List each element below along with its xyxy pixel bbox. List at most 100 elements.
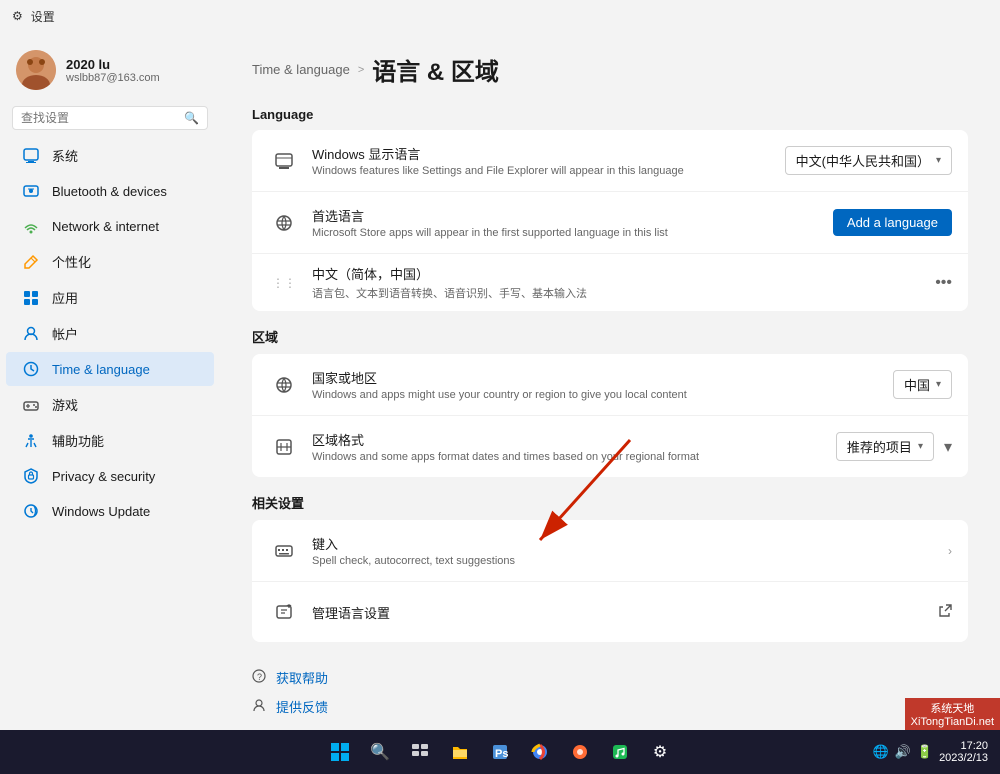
regional-format-content: 区域格式 Windows and some apps format dates … (312, 430, 836, 463)
feedback-link[interactable]: 提供反馈 (252, 695, 968, 718)
manage-lang-action[interactable] (938, 604, 952, 621)
preferred-language-icon (268, 207, 300, 239)
user-name: 2020 lu (66, 57, 160, 72)
chinese-language-row[interactable]: ⋮⋮ 中文（简体，中国） 语言包、文本到语音转换、语音识别、手写、基本输入法 •… (252, 254, 968, 311)
sidebar-item-system-label: 系统 (52, 146, 78, 165)
preferred-language-title: 首选语言 (312, 206, 833, 225)
chinese-language-action[interactable]: ••• (935, 274, 952, 292)
sidebar-item-update[interactable]: Windows Update (6, 494, 214, 528)
sidebar-item-bluetooth[interactable]: Bluetooth & devices (6, 174, 214, 208)
display-language-icon (268, 145, 300, 177)
taskbar-app1-icon[interactable]: Ps (482, 734, 518, 770)
manage-lang-row[interactable]: 管理语言设置 (252, 582, 968, 642)
country-select[interactable]: 中国 ▾ (893, 370, 952, 399)
avatar (16, 50, 56, 90)
sidebar-item-personalize-label: 个性化 (52, 252, 91, 271)
get-help-link[interactable]: ? 获取帮助 (252, 666, 968, 689)
search-input[interactable] (21, 111, 178, 125)
accessibility-icon (22, 432, 40, 450)
sidebar-item-timelang-label: Time & language (52, 362, 150, 377)
display-language-select[interactable]: 中文(中华人民共和国） ▾ (785, 146, 952, 175)
taskbar-icon-network[interactable]: 🌐 (873, 744, 889, 760)
sidebar-item-privacy[interactable]: Privacy & security (6, 459, 214, 493)
taskbar-settings-icon[interactable]: ⚙ (642, 734, 678, 770)
preferred-language-action[interactable]: Add a language (833, 209, 952, 236)
watermark: 系统天地 XiTongTianDi.net (905, 698, 1000, 730)
more-options-icon[interactable]: ••• (935, 274, 952, 292)
sidebar-item-network[interactable]: Network & internet (6, 209, 214, 243)
typing-title: 键入 (312, 534, 948, 553)
language-section-header: Language (252, 107, 968, 122)
add-language-button[interactable]: Add a language (833, 209, 952, 236)
typing-chevron-icon: › (948, 544, 952, 558)
taskbar-icon-battery[interactable]: 🔋 (917, 744, 933, 760)
chinese-language-desc: 语言包、文本到语音转换、语音识别、手写、基本输入法 (312, 285, 935, 301)
network-icon (22, 217, 40, 235)
search-box[interactable]: 🔍 (12, 106, 208, 130)
manage-lang-content: 管理语言设置 (312, 603, 938, 622)
sidebar-item-system[interactable]: 系统 (6, 138, 214, 173)
get-help-label: 获取帮助 (276, 668, 328, 687)
taskbar-center: 🔍 Ps ⚙ (322, 734, 678, 770)
preferred-language-desc: Microsoft Store apps will appear in the … (312, 227, 833, 239)
taskbar-file-explorer-icon[interactable] (442, 734, 478, 770)
search-icon: 🔍 (184, 111, 199, 125)
svg-text:?: ? (257, 672, 262, 682)
display-language-value: 中文(中华人民共和国） (796, 151, 930, 170)
preferred-language-row[interactable]: 首选语言 Microsoft Store apps will appear in… (252, 192, 968, 254)
sidebar-item-apps-label: 应用 (52, 288, 78, 307)
privacy-icon (22, 467, 40, 485)
region-card: 国家或地区 Windows and apps might use your co… (252, 354, 968, 477)
regional-format-action[interactable]: 推荐的项目 ▾ ▾ (836, 432, 952, 461)
display-language-title: Windows 显示语言 (312, 144, 785, 163)
taskbar: 🔍 Ps ⚙ 🌐 🔊 🔋 17:20 2023/2/13 (0, 730, 1000, 774)
sidebar-item-accessibility-label: 辅助功能 (52, 431, 104, 450)
regional-format-icon (268, 431, 300, 463)
country-row[interactable]: 国家或地区 Windows and apps might use your co… (252, 354, 968, 416)
breadcrumb-current: 语言 & 区域 (372, 52, 499, 87)
sidebar-item-accounts[interactable]: 帐户 (6, 316, 214, 351)
feedback-icon (252, 698, 266, 715)
title-bar: ⚙ 设置 (0, 0, 1000, 32)
accounts-icon (22, 325, 40, 343)
regional-format-chevron-icon: ▾ (918, 441, 923, 452)
watermark-line1: 系统天地 (930, 700, 974, 716)
taskbar-taskview-icon[interactable] (402, 734, 438, 770)
sidebar-item-gaming-label: 游戏 (52, 395, 78, 414)
typing-row[interactable]: 键入 Spell check, autocorrect, text sugges… (252, 520, 968, 582)
sidebar-item-accessibility[interactable]: 辅助功能 (6, 423, 214, 458)
sidebar-item-personalize[interactable]: 个性化 (6, 244, 214, 279)
regional-format-title: 区域格式 (312, 430, 836, 449)
taskbar-app2-icon[interactable] (562, 734, 598, 770)
country-action[interactable]: 中国 ▾ (893, 370, 952, 399)
regional-format-expand-icon[interactable]: ▾ (944, 437, 952, 457)
typing-action[interactable]: › (948, 544, 952, 558)
apps-icon (22, 289, 40, 307)
sidebar-item-gaming[interactable]: 游戏 (6, 387, 214, 422)
chinese-language-title: 中文（简体，中国） (312, 264, 935, 283)
sidebar-item-timelang[interactable]: Time & language (6, 352, 214, 386)
user-email: wslbb87@163.com (66, 72, 160, 84)
taskbar-clock[interactable]: 17:20 2023/2/13 (939, 740, 988, 764)
taskbar-chrome-icon[interactable] (522, 734, 558, 770)
regional-format-row[interactable]: 区域格式 Windows and some apps format dates … (252, 416, 968, 477)
display-language-row[interactable]: Windows 显示语言 Windows features like Setti… (252, 130, 968, 192)
related-settings-card: 键入 Spell check, autocorrect, text sugges… (252, 520, 968, 642)
language-card: Windows 显示语言 Windows features like Setti… (252, 130, 968, 311)
taskbar-music-icon[interactable] (602, 734, 638, 770)
country-content: 国家或地区 Windows and apps might use your co… (312, 368, 893, 401)
sidebar-item-update-label: Windows Update (52, 504, 150, 519)
display-language-action[interactable]: 中文(中华人民共和国） ▾ (785, 146, 952, 175)
system-icon (22, 147, 40, 165)
taskbar-icon-sound[interactable]: 🔊 (895, 744, 911, 760)
bluetooth-icon (22, 182, 40, 200)
regional-format-select[interactable]: 推荐的项目 ▾ (836, 432, 934, 461)
taskbar-search-icon[interactable]: 🔍 (362, 734, 398, 770)
external-link-icon (938, 604, 952, 621)
main-content: Time & language > 语言 & 区域 Language Windo… (220, 32, 1000, 730)
display-language-content: Windows 显示语言 Windows features like Setti… (312, 144, 785, 177)
sidebar-item-apps[interactable]: 应用 (6, 280, 214, 315)
watermark-line2: XiTongTianDi.net (911, 716, 994, 728)
country-value: 中国 (904, 375, 930, 394)
taskbar-start-icon[interactable] (322, 734, 358, 770)
